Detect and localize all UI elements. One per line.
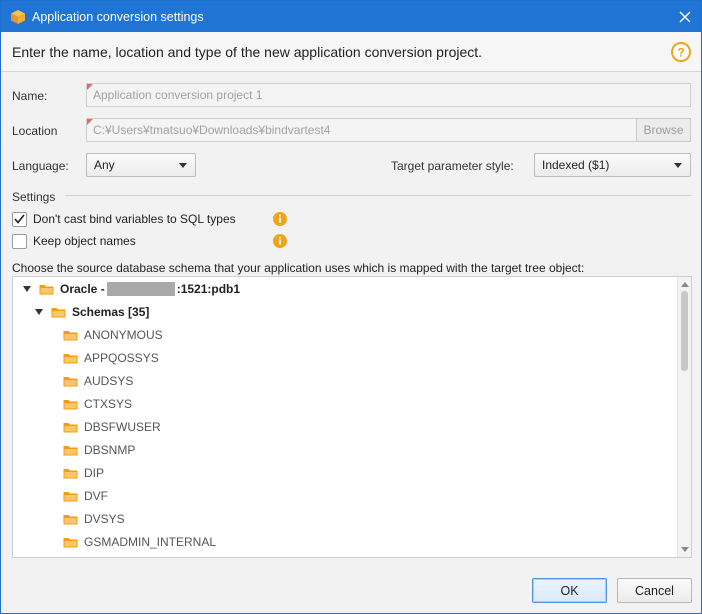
close-icon (679, 11, 691, 22)
name-placeholder: Application conversion project 1 (93, 88, 263, 102)
option-dont-cast-bind[interactable]: Don't cast bind variables to SQL types (12, 210, 236, 228)
title-bar[interactable]: Application conversion settings (1, 1, 701, 32)
dialog-body: Name: Application conversion project 1 L… (1, 73, 701, 613)
scroll-up-icon[interactable] (681, 282, 689, 287)
folder-icon (63, 354, 78, 364)
expand-arrow-icon[interactable] (23, 286, 31, 292)
settings-section-label: Settings (12, 190, 56, 204)
schema-item-label: DVSYS (84, 512, 125, 526)
checkmark-icon (14, 214, 25, 224)
schema-item[interactable]: AUDSYS (63, 371, 133, 391)
schema-item[interactable]: APPQOSSYS (63, 348, 159, 368)
schema-item[interactable]: DBSFWUSER (63, 417, 161, 437)
schema-item-label: APPQOSSYS (84, 351, 159, 365)
chevron-down-icon (179, 163, 187, 168)
location-value: C:¥Users¥tmatsuo¥Downloads¥bindvartest4 (93, 123, 331, 137)
schema-item[interactable]: CTXSYS (63, 394, 132, 414)
folder-icon (63, 538, 78, 548)
schema-item-label: ANONYMOUS (84, 328, 163, 342)
folder-icon (63, 331, 78, 341)
name-label: Name: (12, 89, 48, 103)
language-select[interactable]: Any (86, 153, 196, 177)
tree-root-node[interactable]: Oracle - :1521:pdb1 (23, 279, 240, 299)
scroll-thumb[interactable] (681, 291, 688, 371)
app-box-icon (11, 9, 25, 24)
dialog-window: Application conversion settings Enter th… (0, 0, 702, 614)
header-description: Enter the name, location and type of the… (12, 43, 483, 60)
chevron-down-icon (674, 163, 682, 168)
help-icon[interactable]: ? (671, 41, 691, 62)
location-field[interactable]: C:¥Users¥tmatsuo¥Downloads¥bindvartest4 (86, 118, 637, 142)
info-icon[interactable] (273, 234, 287, 248)
schema-item[interactable]: DVSYS (63, 509, 125, 529)
schema-item-label: AUDSYS (84, 374, 134, 388)
option-label: Keep object names (33, 234, 136, 248)
scroll-down-icon[interactable] (681, 547, 689, 552)
folder-icon (51, 308, 66, 318)
cancel-button[interactable]: Cancel (617, 578, 692, 603)
checkbox-checked[interactable] (12, 211, 27, 227)
folder-icon (39, 285, 54, 295)
folder-icon (63, 423, 78, 433)
tree-scrollbar[interactable] (677, 277, 691, 557)
schema-tree[interactable]: Oracle - :1521:pdb1 Schemas [35] ANONYMO… (12, 276, 692, 558)
settings-divider (65, 195, 691, 196)
schema-item[interactable]: DVF (63, 486, 108, 506)
ok-button[interactable]: OK (532, 578, 607, 603)
schema-item-label: DIP (84, 466, 105, 480)
folder-icon (63, 446, 78, 456)
browse-button[interactable]: Browse (636, 118, 691, 142)
folder-icon (63, 400, 78, 410)
expand-arrow-icon[interactable] (35, 309, 43, 315)
required-marker (87, 84, 93, 90)
schema-item-label: DBSFWUSER (84, 420, 161, 434)
required-marker (87, 119, 93, 125)
close-button[interactable] (669, 1, 701, 32)
root-suffix: :1521:pdb1 (176, 282, 241, 296)
schema-item-label: DVF (84, 489, 108, 503)
folder-icon (63, 515, 78, 525)
checkbox-unchecked[interactable] (12, 233, 27, 249)
folder-icon (63, 492, 78, 502)
schema-item-label: CTXSYS (84, 397, 133, 411)
option-keep-object-names[interactable]: Keep object names (12, 232, 136, 250)
schema-prompt: Choose the source database schema that y… (12, 261, 585, 275)
schema-item[interactable]: ANONYMOUS (63, 325, 163, 345)
target-style-value: Indexed ($1) (542, 158, 610, 172)
option-label: Don't cast bind variables to SQL types (33, 212, 236, 226)
schema-item[interactable]: DBSNMP (63, 440, 135, 460)
schema-item[interactable]: DIP (63, 463, 104, 483)
root-prefix: Oracle - (60, 282, 105, 296)
tree-schemas-node[interactable]: Schemas [35] (35, 302, 149, 322)
name-field[interactable]: Application conversion project 1 (86, 83, 691, 107)
target-style-select[interactable]: Indexed ($1) (534, 153, 691, 177)
folder-icon (63, 377, 78, 387)
schema-item[interactable]: GSMADMIN_INTERNAL (63, 532, 216, 552)
location-label: Location (12, 124, 58, 138)
window-title: Application conversion settings (32, 9, 204, 24)
language-value: Any (94, 158, 115, 172)
schemas-label: Schemas [35] (72, 305, 150, 319)
schema-item-label: DBSNMP (84, 443, 136, 457)
dialog-header: Enter the name, location and type of the… (1, 32, 701, 72)
redacted-host (106, 282, 175, 296)
schema-item-label: GSMADMIN_INTERNAL (84, 535, 217, 549)
folder-icon (63, 469, 78, 479)
info-icon[interactable] (273, 212, 287, 226)
svg-text:?: ? (677, 45, 684, 59)
target-style-label: Target parameter style: (391, 159, 514, 173)
language-label: Language: (12, 159, 69, 173)
